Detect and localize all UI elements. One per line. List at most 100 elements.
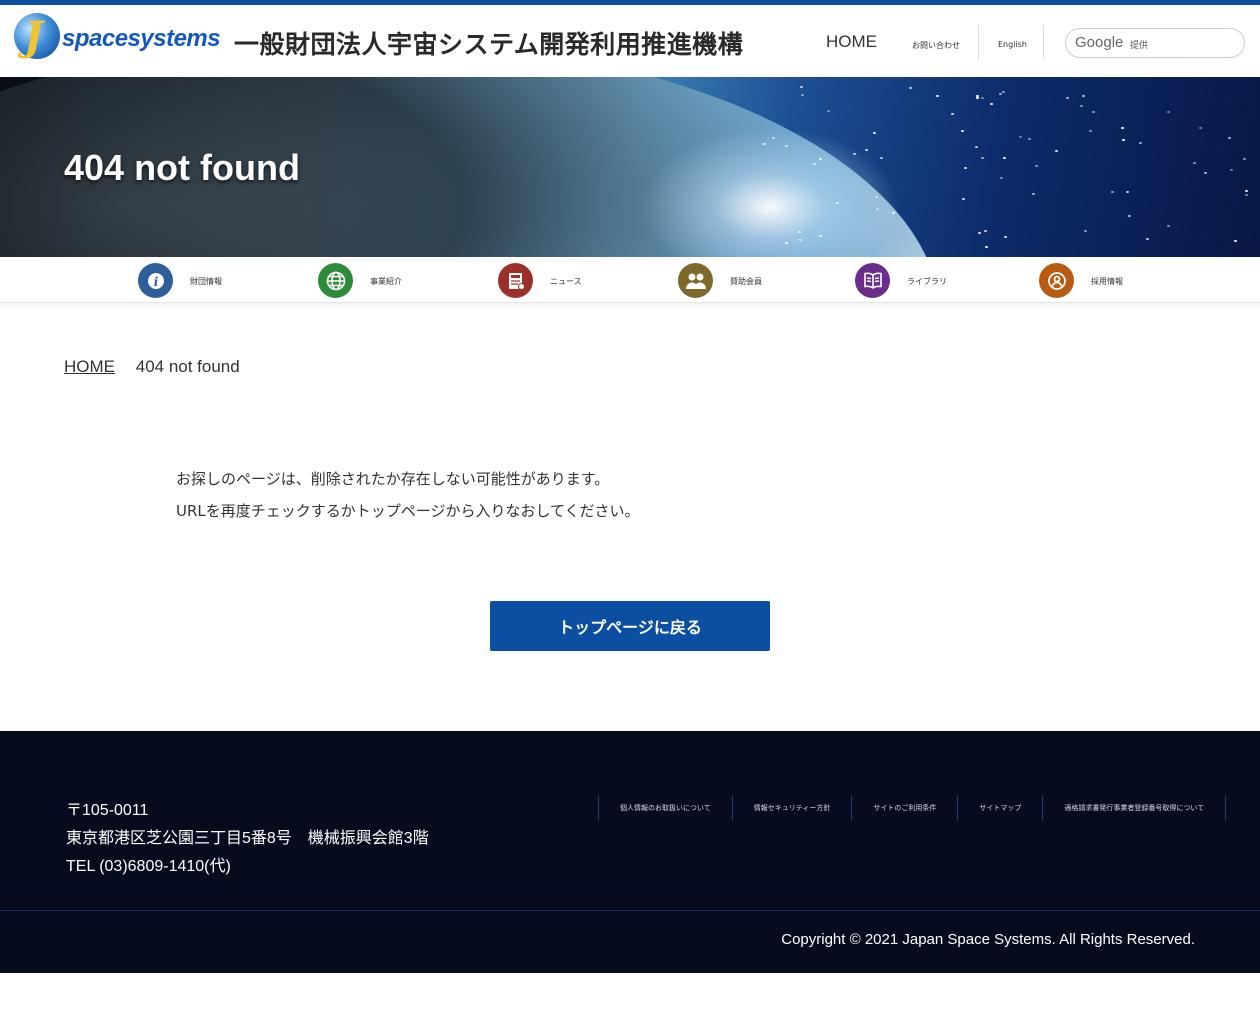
star: [1034, 164, 1038, 167]
phone-number: TEL (03)6809-1410(代): [66, 858, 231, 875]
breadcrumb: HOME 404 not found: [64, 357, 240, 377]
google-brand-text: Google: [1075, 34, 1124, 51]
message-line: URLを再度チェックするかトップページから入りなおしてください。: [176, 502, 640, 520]
star: [975, 94, 979, 97]
star: [1079, 105, 1083, 108]
star: [1167, 225, 1171, 228]
globe-icon: [318, 263, 353, 298]
star: [1111, 190, 1115, 193]
star: [1018, 135, 1022, 138]
site-footer: 〒105-0011 東京都港区芝公園三丁目5番8号 機械振興会館3階 TEL (…: [0, 731, 1260, 973]
menu-item-label: 採用情報: [1091, 277, 1123, 286]
star: [1000, 177, 1004, 180]
star: [1126, 190, 1130, 193]
search-provided-text: 提供: [1130, 41, 1149, 51]
star: [818, 234, 822, 237]
star: [784, 241, 788, 244]
street-address: 東京都港区芝公園三丁目5番8号 機械振興会館3階: [66, 830, 429, 847]
footer-link-terms[interactable]: サイトのご利用条件: [851, 795, 957, 821]
footer-link-security-policy[interactable]: 情報セキュリティー方針: [731, 795, 852, 821]
star: [984, 246, 988, 249]
menu-item-label: 賛助会員: [730, 277, 762, 286]
star: [989, 103, 993, 106]
nav-home-link[interactable]: HOME: [826, 32, 877, 52]
star: [852, 153, 856, 156]
footer-link-sitemap[interactable]: サイトマップ: [957, 795, 1042, 821]
menu-item-label: 事業紹介: [370, 277, 402, 286]
breadcrumb-current: 404 not found: [135, 357, 240, 376]
footer-link-privacy[interactable]: 個人情報のお取扱いについて: [598, 795, 732, 821]
info-icon: i: [138, 263, 173, 298]
star: [1193, 162, 1197, 165]
star: [950, 113, 954, 116]
hero-banner: 404 not found: [0, 77, 1260, 257]
star: [764, 210, 768, 213]
star: [976, 97, 980, 100]
star: [865, 148, 869, 151]
star: [1091, 110, 1095, 113]
footer-address-block: 〒105-0011 東京都港区芝公園三丁目5番8号 機械振興会館3階 TEL (…: [66, 797, 429, 881]
star: [1245, 189, 1249, 192]
star: [980, 156, 984, 159]
star: [1166, 110, 1170, 113]
star: [1002, 156, 1006, 159]
site-header: J spacesystems 一般財団法人宇宙システム開発利用推進機構 HOME…: [0, 5, 1260, 77]
star: [826, 109, 830, 112]
news-icon: [498, 263, 533, 298]
footer-divider: [0, 910, 1260, 911]
star: [936, 95, 940, 98]
star: [1121, 127, 1125, 130]
star: [1203, 171, 1207, 174]
star: [1122, 139, 1126, 142]
star: [1089, 129, 1093, 132]
star: [1065, 96, 1069, 99]
star: [977, 232, 981, 234]
site-logo[interactable]: J spacesystems: [14, 13, 221, 63]
star: [961, 130, 965, 133]
logo-wordmark: spacesystems: [62, 25, 221, 52]
postal-code: 〒105-0011: [66, 802, 149, 819]
star: [1199, 126, 1203, 129]
star: [819, 157, 823, 160]
star: [962, 197, 965, 200]
star: [785, 144, 789, 147]
star: [1127, 215, 1131, 217]
star: [999, 92, 1003, 95]
menu-item-label: 財団情報: [190, 277, 222, 286]
search-input[interactable]: Google 提供: [1065, 28, 1245, 58]
star: [1245, 194, 1249, 196]
footer-links: 個人情報のお取扱いについて 情報セキュリティー方針 サイトのご利用条件 サイトマ…: [598, 795, 1227, 821]
star: [872, 132, 876, 135]
nav-contact-link[interactable]: お問い合わせ: [912, 40, 960, 51]
icon-menu: i 財団情報 事業紹介 ニュース 賛助会員 ライブラリ 採用情報: [0, 257, 1260, 303]
star: [1055, 150, 1059, 153]
logo-j-mark: J: [24, 13, 43, 60]
star: [800, 85, 804, 88]
back-to-top-button[interactable]: トップページに戻る: [490, 601, 770, 651]
message-line: お探しのページは、削除されたか存在しない可能性があります。: [176, 470, 610, 488]
recruit-search-icon: [1039, 263, 1074, 298]
nav-english-link[interactable]: English: [998, 40, 1027, 49]
star: [1004, 236, 1008, 239]
nav-divider: [978, 25, 979, 59]
footer-link-invoice-registration[interactable]: 適格請求書発行事業者登録番号取得について: [1042, 795, 1227, 821]
star: [1230, 169, 1234, 172]
page-title: 404 not found: [64, 147, 300, 188]
breadcrumb-home-link[interactable]: HOME: [64, 357, 115, 376]
not-found-message: お探しのページは、削除されたか存在しない可能性があります。 URLを再度チェック…: [176, 463, 640, 527]
star: [983, 230, 987, 233]
menu-item-label: ライブラリ: [907, 277, 947, 286]
svg-text:i: i: [153, 275, 158, 289]
star: [1082, 95, 1086, 98]
star: [1242, 157, 1246, 160]
star: [771, 137, 775, 140]
star: [1083, 229, 1087, 232]
star: [879, 157, 883, 160]
star: [1228, 137, 1232, 140]
star: [1138, 141, 1142, 144]
members-icon: [678, 263, 713, 298]
star: [975, 146, 979, 149]
copyright-text: Copyright © 2021 Japan Space Systems. Al…: [781, 931, 1195, 948]
star: [1234, 239, 1238, 242]
star: [963, 166, 967, 169]
